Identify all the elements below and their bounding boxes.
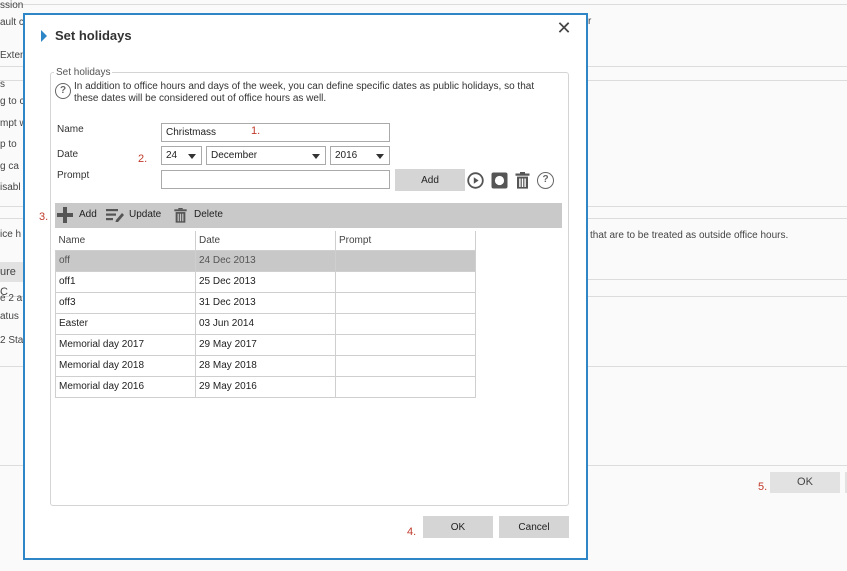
trash-icon: [174, 208, 187, 223]
bg-text: ice h: [0, 229, 22, 240]
fieldset-legend: Set holidays: [54, 67, 113, 78]
cell-prompt: [335, 249, 476, 272]
step-marker-1: 1.: [251, 125, 261, 137]
cell-prompt: [335, 375, 476, 398]
play-icon[interactable]: [467, 172, 484, 189]
column-header-name[interactable]: Name: [55, 231, 196, 251]
help-icon[interactable]: ?: [537, 172, 554, 189]
name-input[interactable]: [161, 123, 390, 142]
cancel-button[interactable]: Cancel: [499, 516, 569, 538]
ok-button[interactable]: OK: [423, 516, 493, 538]
bg-note: that are to be treated as outside office…: [590, 230, 789, 241]
step-marker-3: 3.: [39, 211, 49, 223]
table-row[interactable]: off3 31 Dec 2013: [55, 291, 476, 314]
cell-name: off3: [55, 291, 196, 314]
chevron-down-icon: [376, 154, 384, 159]
cell-date: 31 Dec 2013: [195, 291, 336, 314]
step-marker-5: 5.: [758, 481, 768, 493]
column-header-prompt[interactable]: Prompt: [335, 231, 476, 251]
cell-date: 24 Dec 2013: [195, 249, 336, 272]
cell-date: 03 Jun 2014: [195, 312, 336, 335]
cell-date: 28 May 2018: [195, 354, 336, 377]
bg-text: g to c: [0, 96, 25, 107]
cell-prompt: [335, 354, 476, 377]
cell-name: Memorial day 2018: [55, 354, 196, 377]
bg-text: 2 Sta: [0, 335, 24, 346]
toolbar-add-label: Add: [79, 209, 97, 220]
trash-icon[interactable]: [514, 172, 531, 189]
dialog-title: Set holidays: [55, 28, 132, 43]
table-row[interactable]: off1 25 Dec 2013: [55, 270, 476, 293]
bg-text: g ca: [0, 161, 19, 172]
cell-date: 29 May 2017: [195, 333, 336, 356]
toolbar-add-button[interactable]: Add: [57, 207, 101, 224]
chevron-down-icon: [312, 154, 320, 159]
toolbar-delete-button[interactable]: Delete: [173, 207, 233, 224]
bg-text: isabl: [0, 182, 21, 193]
cell-prompt: [335, 333, 476, 356]
bg-text: e 2 a: [0, 293, 23, 304]
title-caret-icon: [41, 30, 47, 42]
cell-name: Memorial day 2017: [55, 333, 196, 356]
month-value: December: [211, 150, 258, 161]
chevron-down-icon: [188, 154, 196, 159]
toolbar-update-label: Update: [129, 209, 162, 220]
column-header-date[interactable]: Date: [195, 231, 336, 251]
prompt-input[interactable]: [161, 170, 390, 189]
update-pencil-icon: [106, 209, 124, 222]
plus-icon: [57, 207, 73, 223]
cell-name: Memorial day 2016: [55, 375, 196, 398]
cell-name: Easter: [55, 312, 196, 335]
record-icon[interactable]: [491, 172, 508, 189]
info-icon: ?: [55, 83, 71, 99]
bg-text: r: [588, 16, 592, 27]
table-row[interactable]: Memorial day 2016 29 May 2016: [55, 375, 476, 398]
step-marker-4: 4.: [407, 526, 417, 538]
holidays-toolbar: Add Update Delete: [55, 203, 562, 228]
name-label: Name: [57, 124, 84, 135]
cell-prompt: [335, 270, 476, 293]
bg-ok-button: OK: [770, 472, 840, 493]
close-icon[interactable]: ✕: [555, 18, 573, 38]
bg-divider: [0, 4, 847, 5]
month-select[interactable]: December: [206, 146, 326, 165]
prompt-label: Prompt: [57, 170, 90, 181]
day-select[interactable]: 24: [161, 146, 202, 165]
cell-date: 25 Dec 2013: [195, 270, 336, 293]
day-value: 24: [166, 150, 178, 161]
bg-text: s: [0, 79, 5, 90]
bg-configure-button: ure C: [0, 262, 23, 298]
date-label: Date: [57, 149, 79, 160]
year-select[interactable]: 2016: [330, 146, 390, 165]
step-marker-2: 2.: [138, 153, 148, 165]
bg-text: ault c: [0, 17, 24, 28]
cell-date: 29 May 2016: [195, 375, 336, 398]
add-prompt-button[interactable]: Add: [395, 169, 465, 191]
cell-name: off: [55, 249, 196, 272]
year-value: 2016: [335, 150, 358, 161]
holidays-table: Name Date Prompt off 24 Dec 2013 off1 25…: [55, 231, 476, 398]
bg-text: ssion: [0, 0, 24, 11]
table-header-row: Name Date Prompt: [55, 231, 476, 251]
cell-name: off1: [55, 270, 196, 293]
table-row[interactable]: off 24 Dec 2013: [55, 249, 476, 272]
cell-prompt: [335, 312, 476, 335]
table-row[interactable]: Memorial day 2018 28 May 2018: [55, 354, 476, 377]
table-row[interactable]: Easter 03 Jun 2014: [55, 312, 476, 335]
cell-prompt: [335, 291, 476, 314]
toolbar-update-button[interactable]: Update: [106, 207, 168, 224]
table-row[interactable]: Memorial day 2017 29 May 2017: [55, 333, 476, 356]
toolbar-delete-label: Delete: [194, 209, 223, 220]
bg-text: Exten: [0, 50, 26, 61]
description-text: In addition to office hours and days of …: [74, 81, 535, 104]
bg-text: atus: [0, 311, 19, 322]
bg-text: p to: [0, 139, 17, 150]
set-holidays-dialog: Set holidays ✕ Set holidays ? In additio…: [23, 13, 588, 560]
